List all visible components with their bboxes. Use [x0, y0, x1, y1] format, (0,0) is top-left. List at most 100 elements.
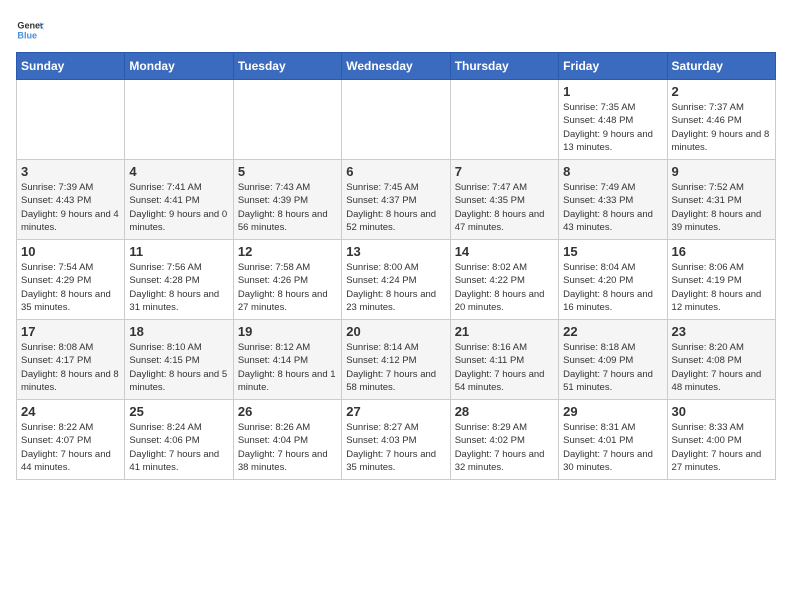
day-number: 7: [455, 164, 554, 179]
calendar-cell: [342, 80, 450, 160]
day-number: 3: [21, 164, 120, 179]
calendar-cell: 3 Sunrise: 7:39 AM Sunset: 4:43 PM Daylig…: [17, 160, 125, 240]
calendar-cell: 25 Sunrise: 8:24 AM Sunset: 4:06 PM Dayli…: [125, 400, 233, 480]
day-number: 19: [238, 324, 337, 339]
calendar-cell: [450, 80, 558, 160]
day-number: 11: [129, 244, 228, 259]
day-detail: Sunrise: 7:56 AM Sunset: 4:28 PM Dayligh…: [129, 261, 228, 314]
calendar-cell: 8Sunrise: 7:49 AM Sunset: 4:33 PM Daylig…: [559, 160, 667, 240]
calendar-week-row: 17 Sunrise: 8:08 AM Sunset: 4:17 PM Dayli…: [17, 320, 776, 400]
day-detail: Sunrise: 8:12 AM Sunset: 4:14 PM Dayligh…: [238, 341, 337, 394]
calendar-cell: 22Sunrise: 8:18 AM Sunset: 4:09 PM Dayli…: [559, 320, 667, 400]
calendar-cell: 20 Sunrise: 8:14 AM Sunset: 4:12 PM Dayli…: [342, 320, 450, 400]
day-detail: Sunrise: 7:41 AM Sunset: 4:41 PM Dayligh…: [129, 181, 228, 234]
day-detail: Sunrise: 7:54 AM Sunset: 4:29 PM Dayligh…: [21, 261, 120, 314]
day-number: 1: [563, 84, 662, 99]
day-detail: Sunrise: 7:37 AM Sunset: 4:46 PM Dayligh…: [672, 101, 771, 154]
day-detail: Sunrise: 8:29 AM Sunset: 4:02 PM Dayligh…: [455, 421, 554, 474]
calendar-week-row: 24 Sunrise: 8:22 AM Sunset: 4:07 PM Dayli…: [17, 400, 776, 480]
day-detail: Sunrise: 8:02 AM Sunset: 4:22 PM Dayligh…: [455, 261, 554, 314]
logo-icon: General Blue: [16, 16, 44, 44]
day-detail: Sunrise: 8:16 AM Sunset: 4:11 PM Dayligh…: [455, 341, 554, 394]
calendar-cell: 14 Sunrise: 8:02 AM Sunset: 4:22 PM Dayli…: [450, 240, 558, 320]
calendar-cell: 17 Sunrise: 8:08 AM Sunset: 4:17 PM Dayli…: [17, 320, 125, 400]
day-detail: Sunrise: 8:10 AM Sunset: 4:15 PM Dayligh…: [129, 341, 228, 394]
col-header-thursday: Thursday: [450, 53, 558, 80]
day-detail: Sunrise: 8:31 AM Sunset: 4:01 PM Dayligh…: [563, 421, 662, 474]
calendar-cell: 4 Sunrise: 7:41 AM Sunset: 4:41 PM Daylig…: [125, 160, 233, 240]
day-detail: Sunrise: 8:04 AM Sunset: 4:20 PM Dayligh…: [563, 261, 662, 314]
day-detail: Sunrise: 7:39 AM Sunset: 4:43 PM Dayligh…: [21, 181, 120, 234]
day-number: 24: [21, 404, 120, 419]
calendar-week-row: 1 Sunrise: 7:35 AM Sunset: 4:48 PM Daylig…: [17, 80, 776, 160]
calendar-cell: 24 Sunrise: 8:22 AM Sunset: 4:07 PM Dayli…: [17, 400, 125, 480]
day-number: 4: [129, 164, 228, 179]
calendar-cell: 10 Sunrise: 7:54 AM Sunset: 4:29 PM Dayli…: [17, 240, 125, 320]
col-header-saturday: Saturday: [667, 53, 775, 80]
day-number: 2: [672, 84, 771, 99]
calendar-cell: 5 Sunrise: 7:43 AM Sunset: 4:39 PM Daylig…: [233, 160, 341, 240]
day-number: 14: [455, 244, 554, 259]
day-number: 5: [238, 164, 337, 179]
calendar-cell: 6Sunrise: 7:45 AM Sunset: 4:37 PM Daylig…: [342, 160, 450, 240]
day-detail: Sunrise: 8:27 AM Sunset: 4:03 PM Dayligh…: [346, 421, 445, 474]
day-number: 17: [21, 324, 120, 339]
day-number: 6: [346, 164, 445, 179]
col-header-tuesday: Tuesday: [233, 53, 341, 80]
day-number: 13: [346, 244, 445, 259]
day-detail: Sunrise: 8:00 AM Sunset: 4:24 PM Dayligh…: [346, 261, 445, 314]
calendar-week-row: 3 Sunrise: 7:39 AM Sunset: 4:43 PM Daylig…: [17, 160, 776, 240]
day-detail: Sunrise: 8:22 AM Sunset: 4:07 PM Dayligh…: [21, 421, 120, 474]
day-detail: Sunrise: 7:49 AM Sunset: 4:33 PM Dayligh…: [563, 181, 662, 234]
day-number: 23: [672, 324, 771, 339]
day-number: 30: [672, 404, 771, 419]
day-number: 10: [21, 244, 120, 259]
calendar-cell: 21Sunrise: 8:16 AM Sunset: 4:11 PM Dayli…: [450, 320, 558, 400]
col-header-monday: Monday: [125, 53, 233, 80]
day-detail: Sunrise: 8:24 AM Sunset: 4:06 PM Dayligh…: [129, 421, 228, 474]
day-number: 15: [563, 244, 662, 259]
day-detail: Sunrise: 7:52 AM Sunset: 4:31 PM Dayligh…: [672, 181, 771, 234]
day-number: 26: [238, 404, 337, 419]
day-detail: Sunrise: 8:06 AM Sunset: 4:19 PM Dayligh…: [672, 261, 771, 314]
calendar-cell: 28 Sunrise: 8:29 AM Sunset: 4:02 PM Dayli…: [450, 400, 558, 480]
day-detail: Sunrise: 8:18 AM Sunset: 4:09 PM Dayligh…: [563, 341, 662, 394]
day-number: 9: [672, 164, 771, 179]
col-header-sunday: Sunday: [17, 53, 125, 80]
day-detail: Sunrise: 8:33 AM Sunset: 4:00 PM Dayligh…: [672, 421, 771, 474]
day-number: 25: [129, 404, 228, 419]
calendar-cell: 2 Sunrise: 7:37 AM Sunset: 4:46 PM Daylig…: [667, 80, 775, 160]
day-detail: Sunrise: 7:43 AM Sunset: 4:39 PM Dayligh…: [238, 181, 337, 234]
day-number: 18: [129, 324, 228, 339]
calendar-cell: 9 Sunrise: 7:52 AM Sunset: 4:31 PM Daylig…: [667, 160, 775, 240]
day-number: 20: [346, 324, 445, 339]
calendar-cell: 15 Sunrise: 8:04 AM Sunset: 4:20 PM Dayli…: [559, 240, 667, 320]
day-detail: Sunrise: 7:58 AM Sunset: 4:26 PM Dayligh…: [238, 261, 337, 314]
calendar-cell: [17, 80, 125, 160]
calendar-cell: 7 Sunrise: 7:47 AM Sunset: 4:35 PM Daylig…: [450, 160, 558, 240]
calendar-header-row: SundayMondayTuesdayWednesdayThursdayFrid…: [17, 53, 776, 80]
calendar-cell: 30 Sunrise: 8:33 AM Sunset: 4:00 PM Dayli…: [667, 400, 775, 480]
day-number: 28: [455, 404, 554, 419]
calendar-cell: [125, 80, 233, 160]
calendar-table: SundayMondayTuesdayWednesdayThursdayFrid…: [16, 52, 776, 480]
day-number: 29: [563, 404, 662, 419]
calendar-cell: 1 Sunrise: 7:35 AM Sunset: 4:48 PM Daylig…: [559, 80, 667, 160]
day-detail: Sunrise: 7:47 AM Sunset: 4:35 PM Dayligh…: [455, 181, 554, 234]
calendar-cell: 27 Sunrise: 8:27 AM Sunset: 4:03 PM Dayli…: [342, 400, 450, 480]
day-number: 16: [672, 244, 771, 259]
col-header-wednesday: Wednesday: [342, 53, 450, 80]
day-number: 27: [346, 404, 445, 419]
calendar-cell: 11 Sunrise: 7:56 AM Sunset: 4:28 PM Dayli…: [125, 240, 233, 320]
col-header-friday: Friday: [559, 53, 667, 80]
day-detail: Sunrise: 7:35 AM Sunset: 4:48 PM Dayligh…: [563, 101, 662, 154]
day-detail: Sunrise: 8:08 AM Sunset: 4:17 PM Dayligh…: [21, 341, 120, 394]
calendar-cell: 16 Sunrise: 8:06 AM Sunset: 4:19 PM Dayli…: [667, 240, 775, 320]
calendar-week-row: 10 Sunrise: 7:54 AM Sunset: 4:29 PM Dayli…: [17, 240, 776, 320]
page-header: General Blue: [16, 16, 776, 44]
logo: General Blue: [16, 16, 44, 44]
calendar-cell: 29 Sunrise: 8:31 AM Sunset: 4:01 PM Dayli…: [559, 400, 667, 480]
calendar-cell: [233, 80, 341, 160]
calendar-cell: 18 Sunrise: 8:10 AM Sunset: 4:15 PM Dayli…: [125, 320, 233, 400]
day-detail: Sunrise: 8:14 AM Sunset: 4:12 PM Dayligh…: [346, 341, 445, 394]
